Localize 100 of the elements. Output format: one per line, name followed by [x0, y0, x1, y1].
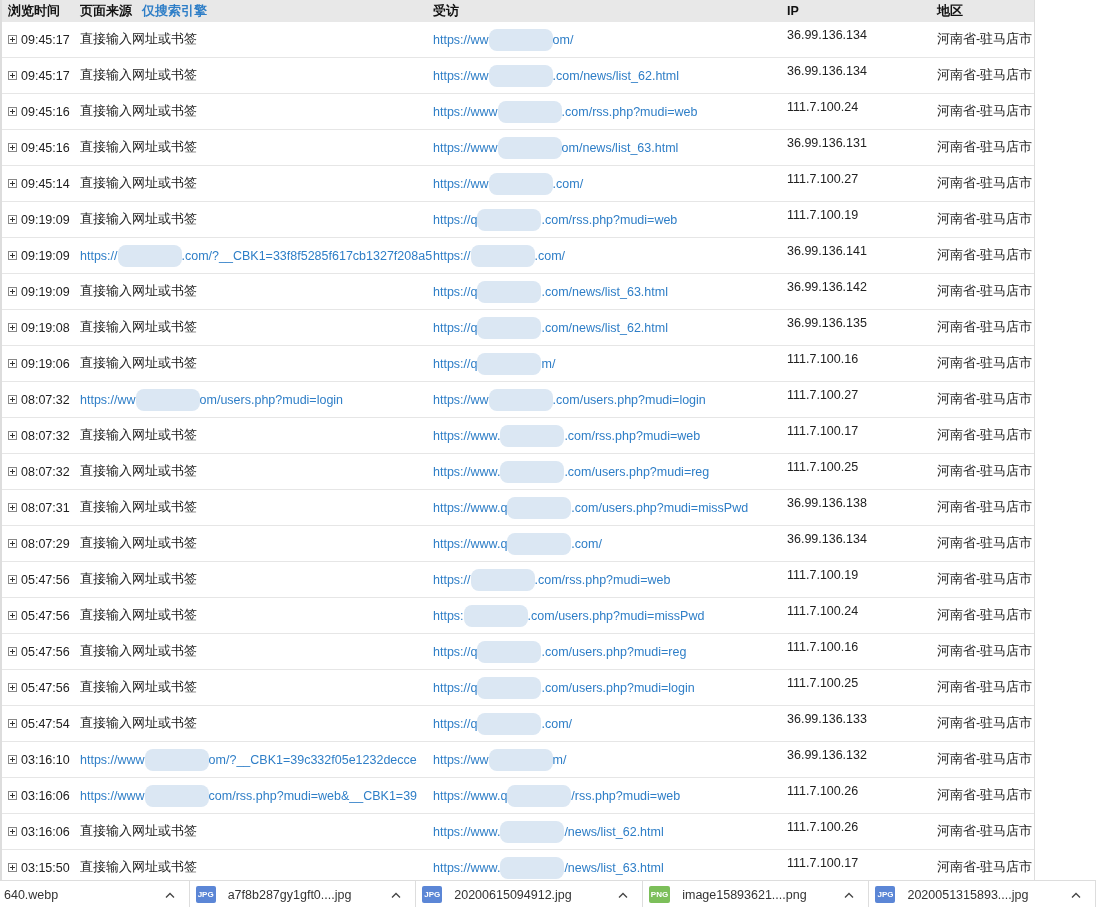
expand-icon[interactable]: [8, 755, 17, 764]
url-link[interactable]: om/?__CBK1=39c332f05e1232decce: [208, 752, 417, 767]
download-item[interactable]: JPG 20200615094912.jpg: [416, 881, 643, 907]
url-link[interactable]: .com/rss.php?mudi=web: [534, 572, 671, 587]
caret-icon[interactable]: [164, 891, 175, 898]
expand-icon[interactable]: [8, 539, 17, 548]
url-link[interactable]: .com/users.php?mudi=missPwd: [571, 500, 749, 515]
url-link[interactable]: .com/: [541, 716, 573, 731]
caret-icon[interactable]: [617, 891, 628, 898]
url-link[interactable]: https://www: [80, 752, 145, 767]
url-link[interactable]: .com/users.php?mudi=login: [552, 392, 706, 407]
url-link[interactable]: .com/news/list_62.html: [552, 68, 679, 83]
url-link[interactable]: om/: [552, 32, 574, 47]
url-link[interactable]: m/: [552, 752, 567, 767]
expand-icon[interactable]: [8, 575, 17, 584]
download-item[interactable]: JPG 2020051315893....jpg: [869, 881, 1096, 907]
caret-icon[interactable]: [391, 891, 402, 898]
url-link[interactable]: https://q: [433, 320, 478, 335]
url-link[interactable]: https://q: [433, 716, 478, 731]
url-link[interactable]: .com/rss.php?mudi=web: [564, 428, 701, 443]
expand-icon[interactable]: [8, 827, 17, 836]
expand-icon[interactable]: [8, 791, 17, 800]
url-link[interactable]: .com/: [571, 536, 602, 551]
expand-icon[interactable]: [8, 215, 17, 224]
url-link[interactable]: https://www: [80, 788, 145, 803]
expand-icon[interactable]: [8, 359, 17, 368]
url-link[interactable]: https://ww: [433, 68, 489, 83]
caret-icon[interactable]: [1071, 891, 1082, 898]
url-link[interactable]: om/news/list_63.html: [561, 140, 679, 155]
ip-address: 111.7.100.19: [787, 208, 859, 222]
url-link[interactable]: om/users.php?mudi=login: [199, 392, 344, 407]
ip-address: 36.99.136.134: [787, 64, 867, 78]
url-link[interactable]: https://www.q: [433, 500, 508, 515]
url-link[interactable]: https://www.: [433, 860, 501, 875]
url-link[interactable]: https://q: [433, 644, 478, 659]
url-link[interactable]: .com/users.php?mudi=reg: [564, 464, 710, 479]
url-link[interactable]: com/rss.php?mudi=web&__CBK1=39: [208, 788, 418, 803]
expand-icon[interactable]: [8, 503, 17, 512]
url-link[interactable]: .com/: [534, 248, 566, 263]
url-link[interactable]: https://: [80, 248, 118, 263]
url-link[interactable]: /rss.php?mudi=web: [571, 788, 681, 803]
url-link[interactable]: m/: [541, 356, 556, 371]
download-item[interactable]: 640.webp: [0, 881, 190, 907]
expand-icon[interactable]: [8, 35, 17, 44]
url-link[interactable]: https://www.: [433, 428, 501, 443]
expand-icon[interactable]: [8, 431, 17, 440]
url-link[interactable]: https://ww: [433, 176, 489, 191]
region-text: 河南省-驻马店市: [937, 247, 1033, 264]
source-text: 直接输入网址或书签: [80, 355, 197, 372]
url-link[interactable]: https://www: [433, 104, 498, 119]
download-item[interactable]: PNG image15893621....png: [642, 881, 870, 907]
url-link[interactable]: https://ww: [433, 752, 489, 767]
expand-icon[interactable]: [8, 287, 17, 296]
url-link[interactable]: .com/rss.php?mudi=web: [541, 212, 678, 227]
visit-time: 08:07:29: [21, 536, 70, 551]
url-link[interactable]: /news/list_62.html: [564, 824, 664, 839]
url-link[interactable]: .com/news/list_63.html: [541, 284, 668, 299]
url-link[interactable]: https:: [433, 608, 464, 623]
url-link[interactable]: .com/users.php?mudi=reg: [541, 644, 687, 659]
url-link[interactable]: https://www.q: [433, 536, 508, 551]
expand-icon[interactable]: [8, 719, 17, 728]
expand-icon[interactable]: [8, 179, 17, 188]
expand-icon[interactable]: [8, 611, 17, 620]
url-link[interactable]: https://ww: [433, 32, 489, 47]
expand-icon[interactable]: [8, 107, 17, 116]
download-item[interactable]: JPG a7f8b287gy1gft0....jpg: [189, 881, 417, 907]
expand-icon[interactable]: [8, 683, 17, 692]
url-link[interactable]: https://www.: [433, 464, 501, 479]
url-link[interactable]: https://: [433, 572, 471, 587]
caret-icon[interactable]: [844, 891, 855, 898]
url-link[interactable]: https://q: [433, 284, 478, 299]
expand-icon[interactable]: [8, 323, 17, 332]
url-link[interactable]: .com/news/list_62.html: [541, 320, 668, 335]
url-link[interactable]: https://q: [433, 680, 478, 695]
url-link[interactable]: https://www.q: [433, 788, 508, 803]
filter-link[interactable]: 仅搜索引擎: [142, 2, 207, 20]
url-link[interactable]: https://www: [433, 140, 498, 155]
url-link[interactable]: https://ww: [80, 392, 136, 407]
expand-icon[interactable]: [8, 251, 17, 260]
url-link[interactable]: .com/users.php?mudi=missPwd: [527, 608, 705, 623]
url-link[interactable]: https://q: [433, 356, 478, 371]
expand-icon[interactable]: [8, 143, 17, 152]
expand-icon[interactable]: [8, 863, 17, 872]
url-link[interactable]: https://ww: [433, 392, 489, 407]
ip-address: 36.99.136.141: [787, 244, 867, 258]
url-link[interactable]: /news/list_63.html: [564, 860, 664, 875]
url-link[interactable]: .com/: [552, 176, 584, 191]
file-name: 20200615094912.jpg: [454, 887, 573, 902]
redaction-mark: [477, 712, 542, 735]
url-link[interactable]: .com/users.php?mudi=login: [541, 680, 695, 695]
url-link[interactable]: https://: [433, 248, 471, 263]
url-link[interactable]: .com/rss.php?mudi=web: [561, 104, 698, 119]
url-link[interactable]: https://www.: [433, 824, 501, 839]
expand-icon[interactable]: [8, 467, 17, 476]
expand-icon[interactable]: [8, 647, 17, 656]
url-link[interactable]: .com/?__CBK1=33f8f5285f617cb1327f208a5: [181, 248, 433, 263]
url-link[interactable]: https://q: [433, 212, 478, 227]
expand-icon[interactable]: [8, 395, 17, 404]
expand-icon[interactable]: [8, 71, 17, 80]
redaction-mark: [477, 280, 542, 303]
